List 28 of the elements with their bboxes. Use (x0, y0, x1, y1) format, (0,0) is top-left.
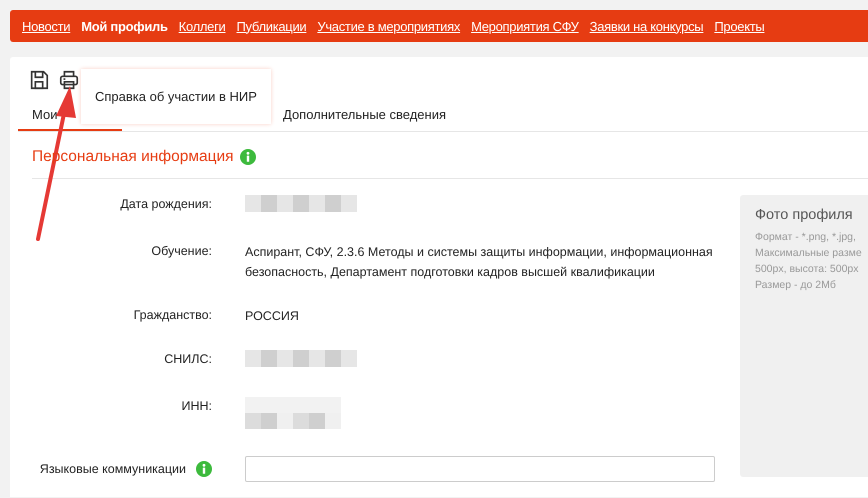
print-icon[interactable] (58, 69, 80, 91)
input-field[interactable] (245, 456, 715, 482)
nav-link[interactable]: Публикации (236, 18, 306, 34)
tooltip: Справка об участии в НИР (81, 69, 271, 124)
photo-title: Фото профиля (755, 207, 854, 223)
nav-link[interactable]: Мероприятия СФУ (471, 18, 579, 34)
field-label: Дата рождения: (120, 197, 212, 211)
field-value: Аспирант, СФУ, 2.3.6 Методы и системы защиты информации, информационная безопасность, Департамент подготовки кадров высшей квалификации (245, 245, 713, 279)
nav-link[interactable]: Коллеги (178, 18, 226, 34)
save-icon[interactable] (28, 69, 50, 91)
photo-hint: Формат - *.png, *.jpg, (755, 230, 857, 245)
photo-hint: 500px, высота: 500px (755, 262, 860, 277)
field-label: Обучение: (151, 244, 212, 258)
photo-hint: Размер - до 2Мб (755, 278, 837, 293)
field-label: Гражданство: (134, 308, 212, 322)
field-label: ИНН: (181, 399, 212, 413)
nav-link[interactable]: Проекты (714, 18, 764, 34)
field-label: Языковые коммуникации (40, 462, 186, 476)
nav-link[interactable]: Мой профиль (81, 18, 168, 34)
info-icon[interactable] (240, 149, 256, 165)
tab[interactable]: Дополнительные сведения (269, 99, 460, 131)
field-label: СНИЛС: (164, 352, 212, 366)
field-value: РОССИЯ (245, 309, 299, 323)
nav-link[interactable]: Участие в мероприятиях (317, 18, 460, 34)
nav-link[interactable]: Новости (22, 18, 70, 34)
photo-hint: Максимальные разме (755, 246, 863, 261)
info-icon[interactable] (196, 461, 212, 477)
nav-link[interactable]: Заявки на конкурсы (590, 18, 704, 34)
